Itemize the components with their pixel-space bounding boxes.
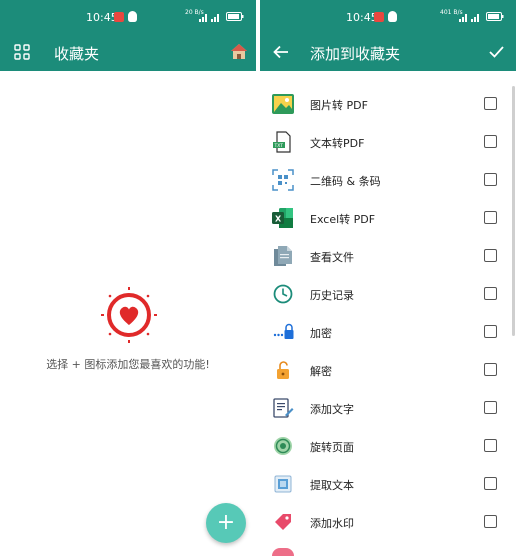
confirm-check-icon[interactable] xyxy=(489,45,504,58)
list-item[interactable]: 添加水印 xyxy=(260,503,516,541)
excel-icon: X xyxy=(272,208,293,228)
list-item[interactable]: 二维码 & 条码 xyxy=(260,161,516,199)
checkbox[interactable] xyxy=(484,325,497,338)
notification-icon xyxy=(374,12,384,22)
battery-icon xyxy=(226,12,244,21)
extract-text-icon xyxy=(274,475,292,493)
item-label: Excel转 PDF xyxy=(310,213,376,226)
list-item[interactable]: 提取文本 xyxy=(260,465,516,503)
notification-icon xyxy=(114,12,124,22)
status-time: 10:45 xyxy=(346,11,378,24)
history-icon xyxy=(273,284,293,304)
item-label: 添加文字 xyxy=(310,403,354,416)
list-item[interactable]: 旋转页面 xyxy=(260,427,516,465)
add-text-icon xyxy=(273,398,294,418)
checkbox[interactable] xyxy=(484,363,497,376)
checkbox[interactable] xyxy=(484,135,497,148)
watermark-icon xyxy=(275,514,291,530)
battery-icon xyxy=(486,12,504,21)
item-label: 加密 xyxy=(310,327,332,340)
qr-scan-icon xyxy=(272,169,294,191)
item-label: 解密 xyxy=(310,365,332,378)
svg-text:TXT: TXT xyxy=(274,143,284,149)
app-bar: 收藏夹 xyxy=(0,34,256,71)
list-item[interactable]: TXT 文本转PDF xyxy=(260,123,516,161)
back-arrow-icon[interactable] xyxy=(273,45,289,59)
checkbox[interactable] xyxy=(484,477,497,490)
checkbox[interactable] xyxy=(484,287,497,300)
list-item[interactable]: 添加文字 xyxy=(260,389,516,427)
add-favorite-button[interactable]: + xyxy=(206,503,246,543)
partial-next-item-icon xyxy=(272,548,294,556)
page-title: 收藏夹 xyxy=(54,45,100,63)
item-label: 查看文件 xyxy=(310,251,354,264)
empty-state-message: 选择 + 图标添加您最喜欢的功能! xyxy=(46,358,210,371)
qq-icon xyxy=(128,11,137,22)
app-bar: 添加到收藏夹 xyxy=(260,34,516,71)
checkbox[interactable] xyxy=(484,211,497,224)
image-icon xyxy=(272,94,294,114)
list-item[interactable]: 图片转 PDF xyxy=(260,85,516,123)
list-item[interactable]: 解密 xyxy=(260,351,516,389)
page-title: 添加到收藏夹 xyxy=(310,45,401,63)
checkbox[interactable] xyxy=(484,439,497,452)
list-item[interactable]: X Excel转 PDF xyxy=(260,199,516,237)
view-files-icon xyxy=(274,246,292,266)
item-label: 文本转PDF xyxy=(310,137,365,150)
item-label: 二维码 & 条码 xyxy=(310,175,381,188)
item-label: 提取文本 xyxy=(310,479,354,492)
checkbox[interactable] xyxy=(484,401,497,414)
status-bar: 10:45 401 B/s xyxy=(260,0,516,34)
checkbox[interactable] xyxy=(484,97,497,110)
rotate-page-icon xyxy=(274,437,292,455)
checkbox[interactable] xyxy=(484,249,497,262)
encrypt-icon xyxy=(273,323,294,339)
checkbox[interactable] xyxy=(484,173,497,186)
item-label: 历史记录 xyxy=(310,289,354,302)
add-to-favorites-screen: 10:45 401 B/s 添加到收藏夹 图片转 PDF TXT 文本转PDF xyxy=(260,0,516,556)
item-label: 添加水印 xyxy=(310,517,354,530)
status-time: 10:45 xyxy=(86,11,118,24)
list-item[interactable]: 历史记录 xyxy=(260,275,516,313)
svg-text:X: X xyxy=(275,215,282,224)
list-item[interactable]: 加密 xyxy=(260,313,516,351)
item-label: 图片转 PDF xyxy=(310,99,368,112)
grid-menu-icon[interactable] xyxy=(14,44,30,60)
list-item[interactable]: 查看文件 xyxy=(260,237,516,275)
checkbox[interactable] xyxy=(484,515,497,528)
favorite-heart-icon xyxy=(101,287,157,343)
home-icon[interactable] xyxy=(230,43,248,60)
qq-icon xyxy=(388,11,397,22)
text-to-pdf-icon: TXT xyxy=(273,131,291,153)
status-bar: 10:45 20 B/s xyxy=(0,0,256,34)
favorites-screen: 10:45 20 B/s 收藏夹 选择 + 图标添加您最喜欢的功能! + xyxy=(0,0,256,556)
item-label: 旋转页面 xyxy=(310,441,354,454)
decrypt-icon xyxy=(277,361,289,379)
